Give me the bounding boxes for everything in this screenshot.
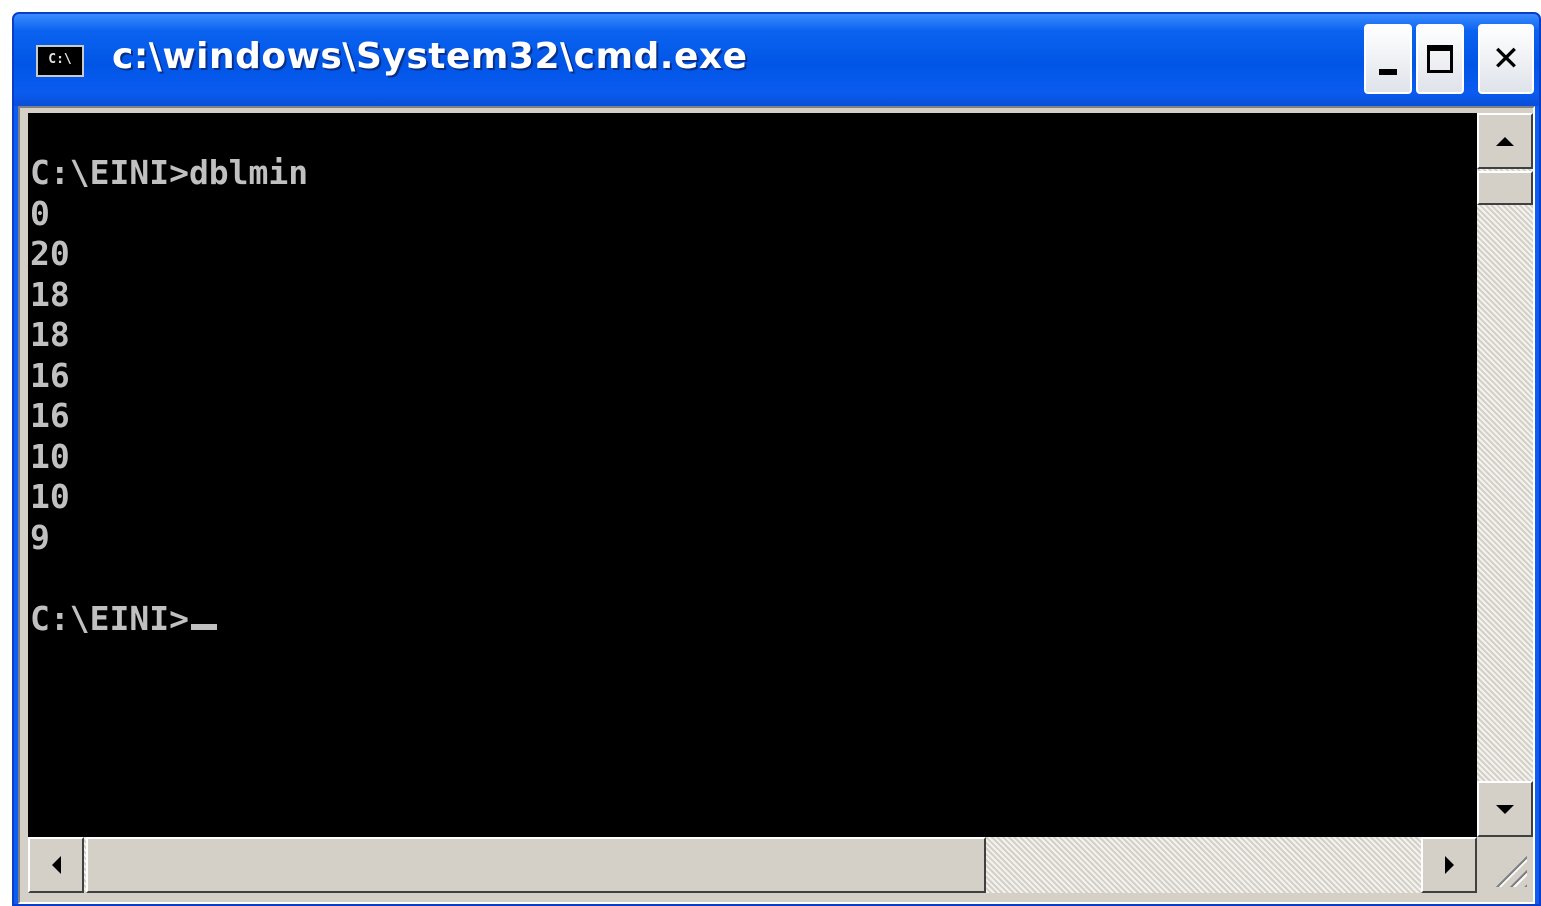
maximize-icon xyxy=(1427,45,1453,73)
minimize-button[interactable] xyxy=(1364,24,1412,94)
arrow-up-icon xyxy=(1496,136,1514,146)
text-cursor xyxy=(190,623,217,630)
window-title: c:\windows\System32\cmd.exe xyxy=(112,36,748,77)
scroll-up-button[interactable] xyxy=(1477,113,1533,169)
horizontal-scrollbar[interactable] xyxy=(28,837,1477,893)
resize-grip-icon xyxy=(1493,853,1527,887)
console-line: 9 xyxy=(30,517,50,557)
prompt-text: C:\EINI> xyxy=(30,598,189,638)
close-button[interactable]: ✕ xyxy=(1478,24,1534,94)
console-line: 16 xyxy=(30,396,70,435)
console-line: 20 xyxy=(30,234,70,273)
size-grip[interactable] xyxy=(1477,837,1533,893)
console-line: 16 xyxy=(30,355,70,395)
console-app-icon[interactable]: C:\ xyxy=(36,45,84,77)
scroll-down-button[interactable] xyxy=(1477,781,1533,837)
arrow-left-icon xyxy=(51,856,61,874)
scroll-left-button[interactable] xyxy=(28,837,84,893)
console-line: 18 xyxy=(30,315,70,354)
cmd-window: C:\ c:\windows\System32\cmd.exe ✕ C:\EIN… xyxy=(12,12,1541,906)
arrow-down-icon xyxy=(1496,804,1514,814)
console-line: 10 xyxy=(30,477,70,516)
minimize-icon xyxy=(1379,69,1397,75)
console-prompt-line[interactable]: C:\EINI> xyxy=(30,599,308,640)
close-icon: ✕ xyxy=(1491,39,1521,79)
window-frame: C:\EINI>dblmin 0 20 18 18 16 16 10 10 9 … xyxy=(18,106,1535,904)
horizontal-scroll-thumb[interactable] xyxy=(86,837,986,893)
vertical-scroll-thumb[interactable] xyxy=(1477,171,1533,205)
scroll-right-button[interactable] xyxy=(1421,837,1477,893)
console-line: 10 xyxy=(30,436,70,476)
maximize-button[interactable] xyxy=(1416,24,1464,94)
arrow-right-icon xyxy=(1444,856,1454,874)
console-line: 0 xyxy=(30,193,50,233)
console-line: C:\EINI>dblmin xyxy=(30,153,309,192)
vertical-scrollbar[interactable] xyxy=(1477,113,1533,837)
console-lines: C:\EINI>dblmin 0 20 18 18 16 16 10 10 9 … xyxy=(28,153,308,639)
console-output[interactable]: C:\EINI>dblmin 0 20 18 18 16 16 10 10 9 … xyxy=(28,113,1477,837)
title-bar[interactable]: C:\ c:\windows\System32\cmd.exe ✕ xyxy=(14,14,1539,106)
console-line: 18 xyxy=(30,274,70,314)
